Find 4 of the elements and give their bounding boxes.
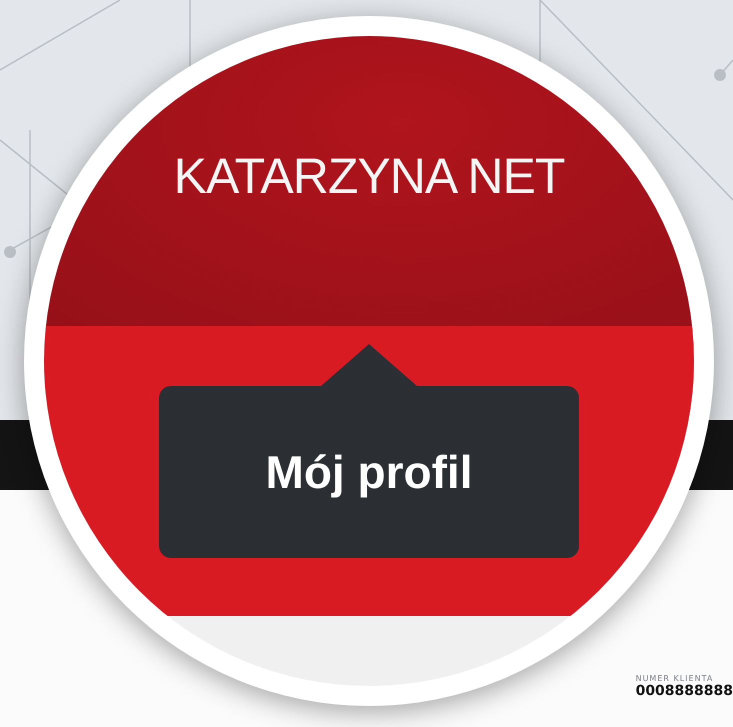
client-number: 0008888888 <box>636 683 733 699</box>
tooltip-pointer-icon <box>321 344 417 386</box>
user-name: KATARZYNA NET <box>174 147 564 206</box>
client-number-label: NUMER KLIENTA <box>636 674 714 683</box>
